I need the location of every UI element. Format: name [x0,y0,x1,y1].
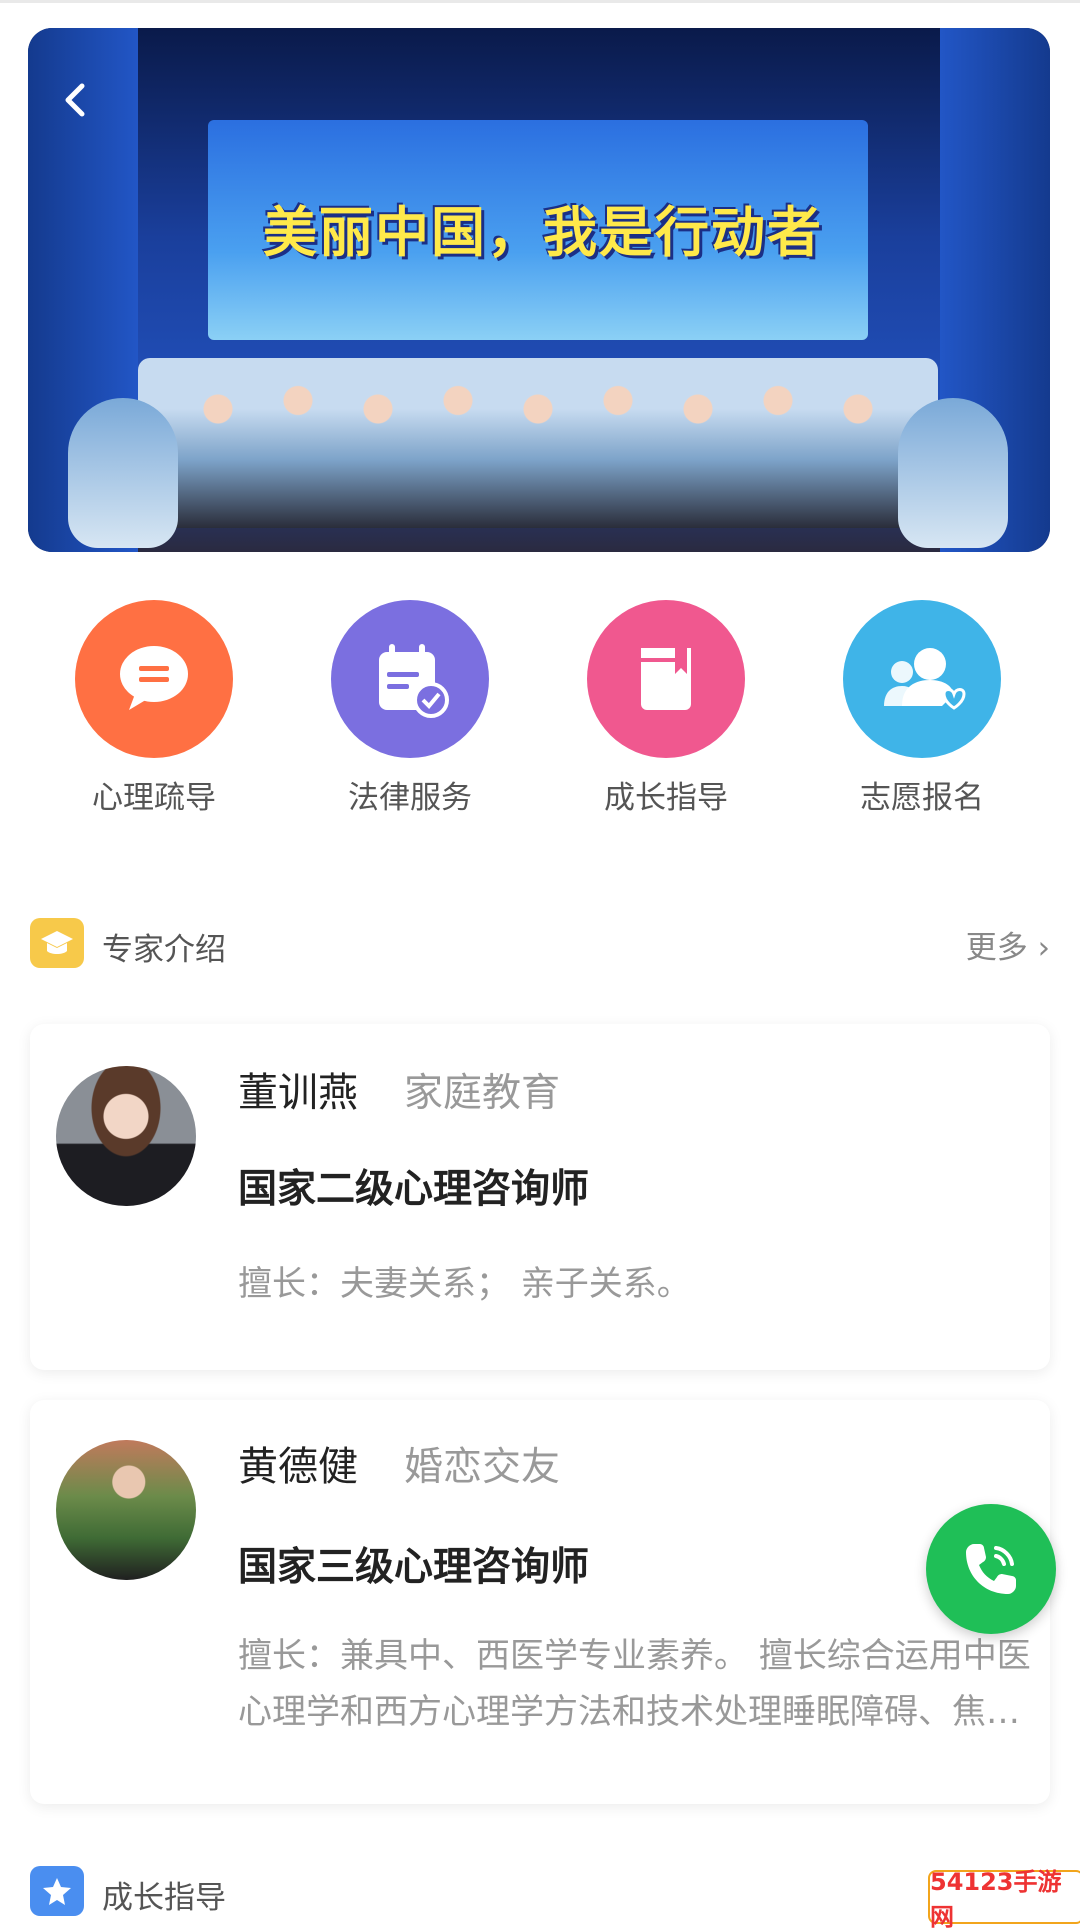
expert-name: 黄德健 [238,1444,358,1490]
entry-legal-service[interactable]: 法律服务 [310,600,510,817]
expert-avatar [56,1066,196,1206]
site-watermark: 54123手游网 [928,1868,1080,1931]
expert-card[interactable]: 黄德健 婚恋交友 国家三级心理咨询师 擅长：兼具中、西医学专业素养。 擅长综合运… [30,1400,1050,1804]
chat-bubble-icon [75,600,233,758]
experts-more-link[interactable]: 更多 › [966,922,1050,967]
expert-avatar [56,1440,196,1580]
call-button[interactable] [926,1504,1056,1634]
expert-name: 董训燕 [238,1070,358,1116]
graduation-cap-icon [30,918,84,968]
expert-description: 擅长：夫妻关系； 亲子关系。 [238,1264,691,1304]
expert-title: 国家三级心理咨询师 [238,1545,590,1590]
growth-section-header: 成长指导 [30,1864,1050,1920]
experts-section-title: 专家介绍 [102,932,226,968]
experts-section-header: 专家介绍 更多 › [30,916,1050,972]
expert-category: 家庭教育 [404,1071,561,1116]
entry-growth-guidance[interactable]: 成长指导 [566,600,766,817]
entry-volunteer-signup[interactable]: 志愿报名 [822,600,1022,817]
book-icon [587,600,745,758]
banner-carousel[interactable]: 美丽中国，我是行动者 [28,28,1050,552]
entry-label: 志愿报名 [860,780,984,816]
entry-psychological-counseling[interactable]: 心理疏导 [54,600,254,817]
top-divider [0,0,1080,3]
phone-icon [966,1544,1016,1594]
entry-label: 法律服务 [348,780,472,816]
banner-mascot-left [68,398,178,548]
banner-group-photo [138,358,938,528]
expert-card[interactable]: 董训燕 家庭教育 国家二级心理咨询师 擅长：夫妻关系； 亲子关系。 [30,1024,1050,1370]
expert-description: 擅长：兼具中、西医学专业素养。 擅长综合运用中医心理学和西方心理学方法和技术处理… [238,1636,1031,1732]
banner-mascot-right [898,398,1008,548]
entry-label: 心理疏导 [92,780,216,816]
entry-label: 成长指导 [604,780,728,816]
chevron-left-icon[interactable] [48,72,104,128]
growth-section-title: 成长指导 [102,1880,226,1916]
expert-title: 国家二级心理咨询师 [238,1167,590,1212]
users-heart-icon [843,600,1001,758]
calendar-check-icon [331,600,489,758]
star-icon [30,1866,84,1916]
quick-entry-grid: 心理疏导 法律服务 成长指导 志愿报名 [0,600,1080,816]
expert-category: 婚恋交友 [404,1445,561,1490]
banner-headline: 美丽中国，我是行动者 [263,201,823,264]
